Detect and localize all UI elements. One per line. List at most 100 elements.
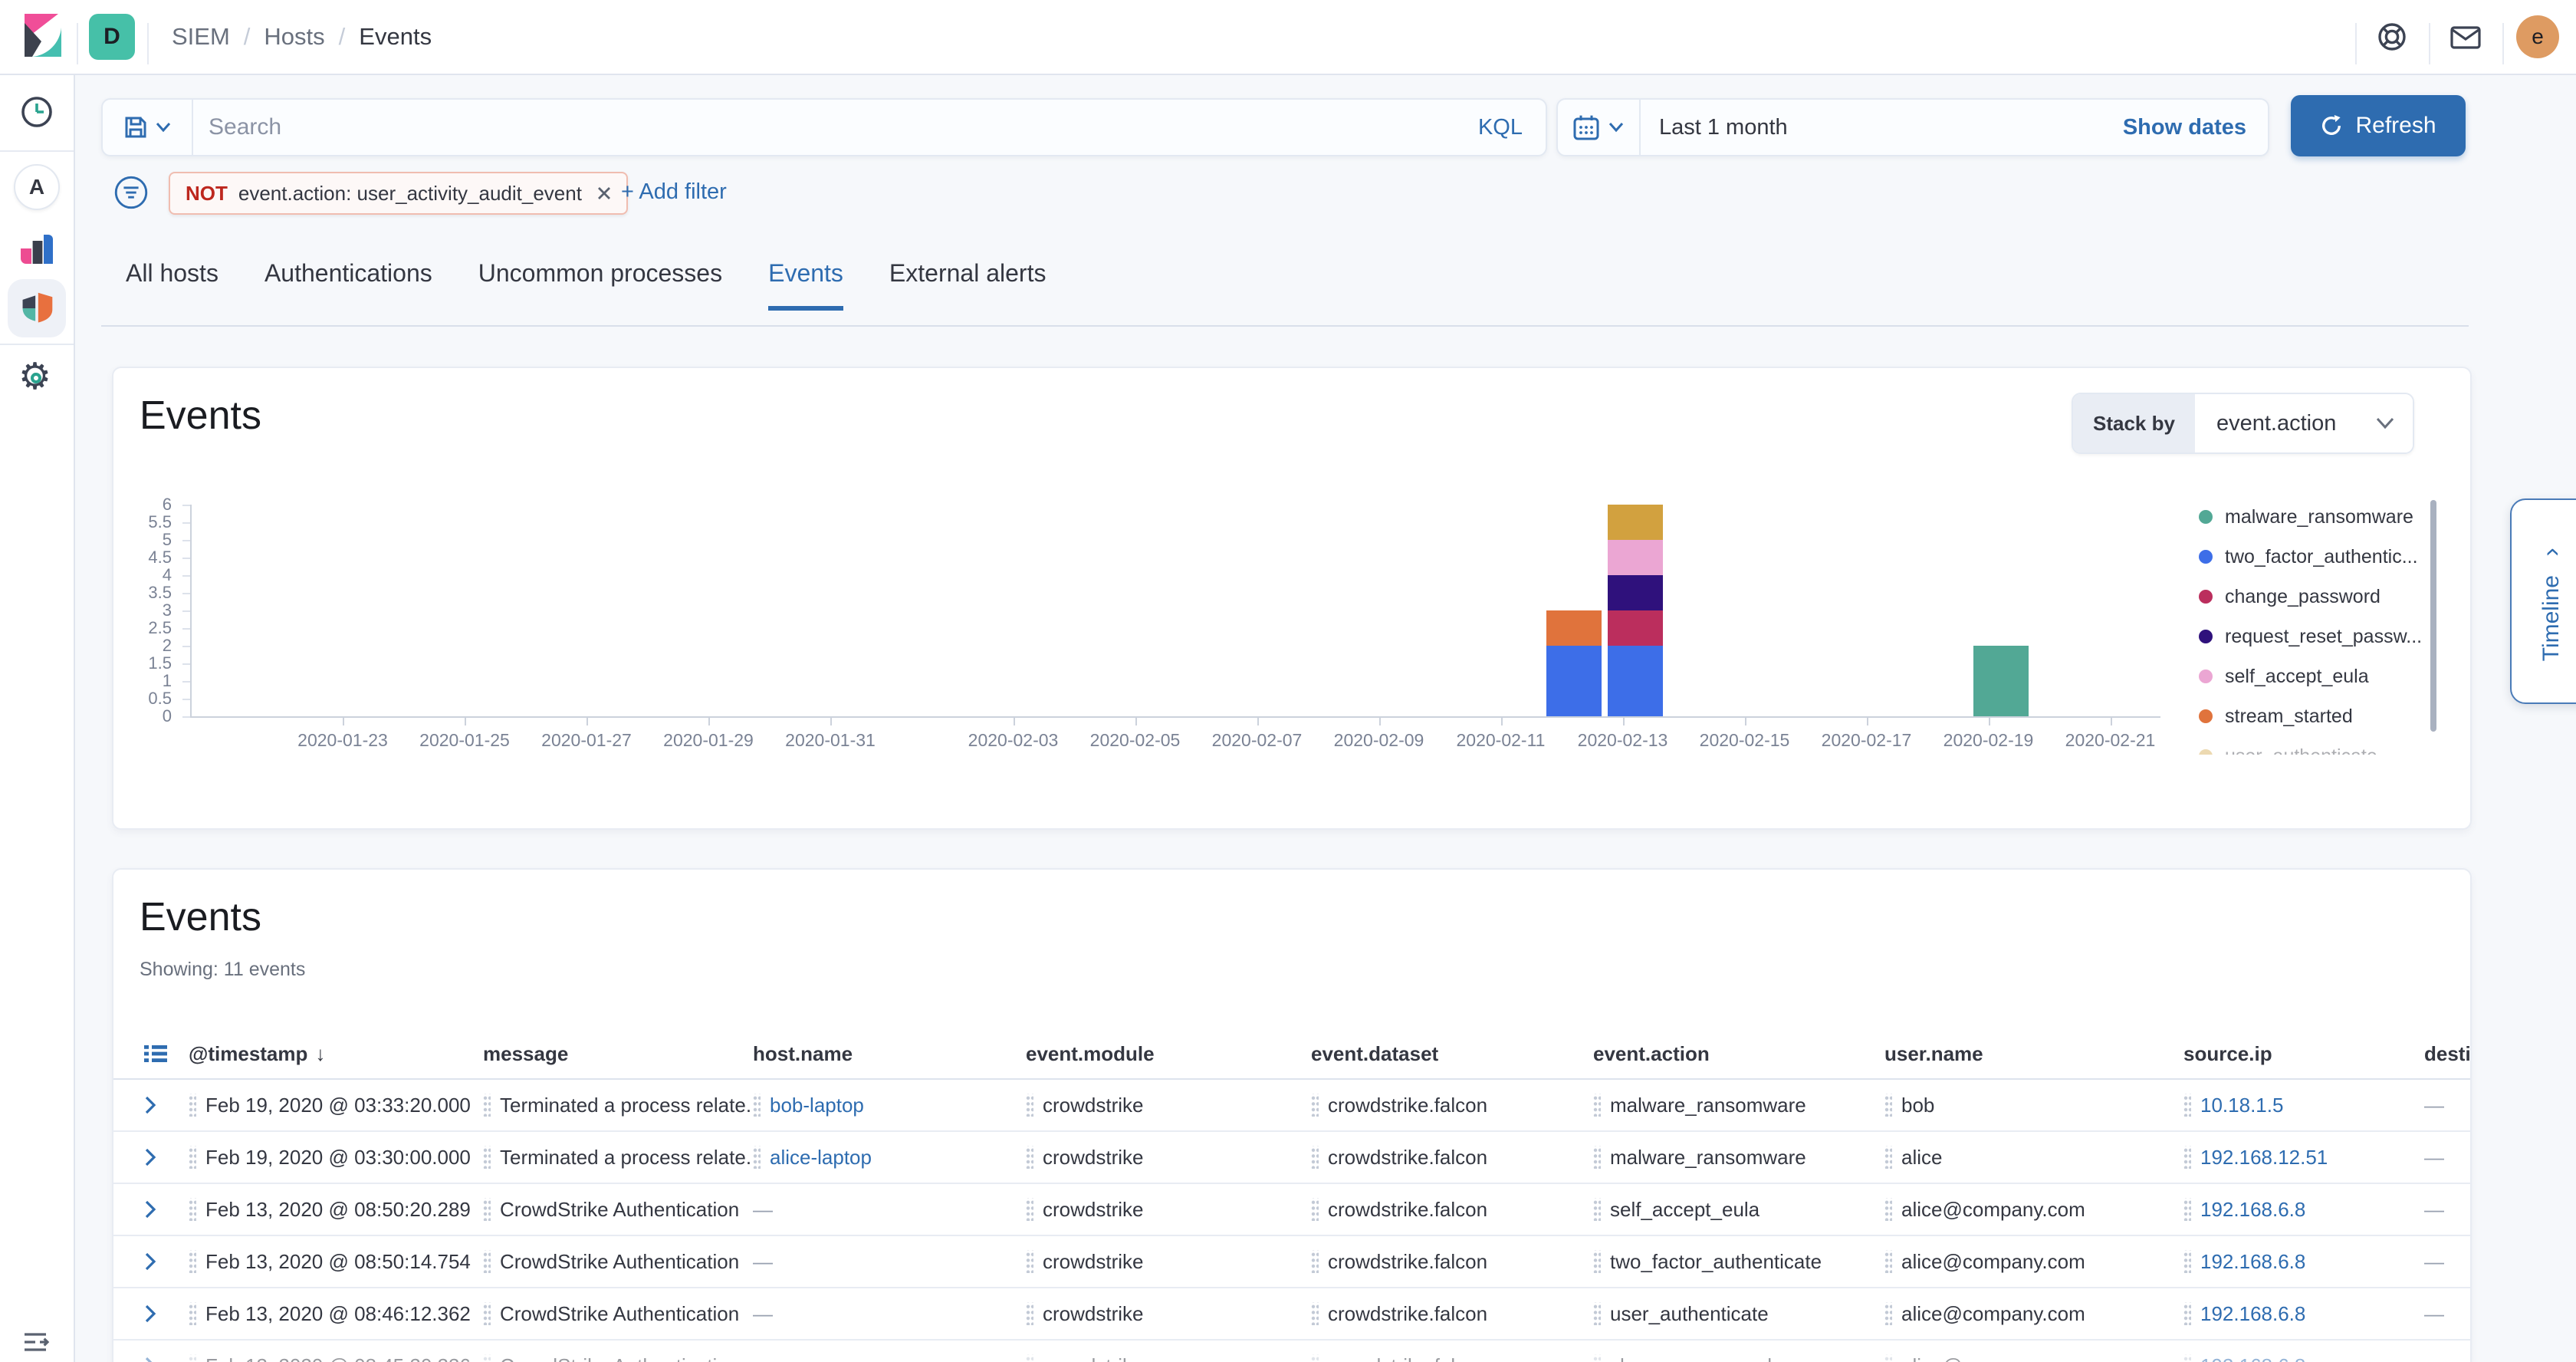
cell-timestamp[interactable]: Feb 13, 2020 @ 08:46:12.362	[189, 1302, 483, 1326]
cell-value[interactable]: Feb 19, 2020 @ 03:33:20.000	[205, 1094, 471, 1117]
search-input[interactable]: Search	[193, 114, 1478, 140]
cell-destination[interactable]: —	[2424, 1146, 2472, 1170]
refresh-button[interactable]: Refresh	[2291, 95, 2466, 156]
drag-handle[interactable]	[1026, 1094, 1033, 1117]
drag-handle[interactable]	[1026, 1354, 1033, 1362]
drag-handle[interactable]	[1884, 1198, 1892, 1221]
cell-value[interactable]: Feb 13, 2020 @ 08:46:12.362	[205, 1302, 471, 1326]
bar-segment-request-reset-password[interactable]	[1608, 575, 1663, 610]
drag-handle[interactable]	[1311, 1198, 1319, 1221]
cell-host[interactable]: —	[753, 1354, 1026, 1362]
drag-handle[interactable]	[189, 1302, 196, 1325]
cell-value[interactable]: crowdstrike.falcon	[1328, 1354, 1487, 1362]
cell-value[interactable]: Feb 13, 2020 @ 08:50:20.289	[205, 1198, 471, 1222]
filter-options-button[interactable]	[113, 175, 149, 210]
legend-item-malware-ransomware[interactable]: malware_ransomware	[2199, 503, 2413, 531]
cell-host[interactable]: —	[753, 1198, 1026, 1222]
legend-item-stream-started[interactable]: stream_started	[2199, 702, 2353, 730]
tab-events[interactable]: Events	[768, 259, 843, 311]
bar-segment-two-factor-authenticate[interactable]	[1546, 646, 1602, 716]
expand-row-icon[interactable]	[144, 1199, 189, 1219]
cell-module[interactable]: crowdstrike	[1026, 1198, 1311, 1222]
cell-module[interactable]: crowdstrike	[1026, 1094, 1311, 1117]
cell-value[interactable]: crowdstrike	[1043, 1302, 1143, 1326]
drag-handle[interactable]	[753, 1146, 761, 1169]
cell-source-ip[interactable]: 10.18.1.5	[2183, 1094, 2424, 1117]
cell-action[interactable]: two_factor_authenticate	[1593, 1250, 1884, 1274]
cell-dataset[interactable]: crowdstrike.falcon	[1311, 1354, 1593, 1362]
cell-value[interactable]: 192.168.6.8	[2200, 1354, 2305, 1362]
cell-value[interactable]: CrowdStrike Authentication	[500, 1354, 739, 1362]
sidebar-item-app-a[interactable]: A	[0, 164, 74, 210]
column-header-event-dataset[interactable]: event.dataset	[1311, 1042, 1593, 1066]
cell-value[interactable]: crowdstrike.falcon	[1328, 1250, 1487, 1274]
cell-dataset[interactable]: crowdstrike.falcon	[1311, 1146, 1593, 1170]
timeline-flyout-toggle[interactable]: › Timeline	[2510, 498, 2576, 704]
kql-search-bar[interactable]: Search KQL	[101, 98, 1547, 156]
drag-handle[interactable]	[2183, 1198, 2191, 1221]
tab-uncommon-processes[interactable]: Uncommon processes	[478, 259, 722, 311]
cell-value[interactable]: crowdstrike	[1043, 1354, 1143, 1362]
drag-handle[interactable]	[1311, 1250, 1319, 1273]
drag-handle[interactable]	[189, 1094, 196, 1117]
cell-host[interactable]: —	[753, 1302, 1026, 1326]
expand-row-icon[interactable]	[144, 1095, 189, 1115]
cell-dataset[interactable]: crowdstrike.falcon	[1311, 1250, 1593, 1274]
cell-value[interactable]: crowdstrike.falcon	[1328, 1094, 1487, 1117]
drag-handle[interactable]	[1593, 1198, 1601, 1221]
cell-value[interactable]: crowdstrike.falcon	[1328, 1146, 1487, 1170]
cell-action[interactable]: user_authenticate	[1593, 1302, 1884, 1326]
cell-value[interactable]: two_factor_authenticate	[1610, 1250, 1822, 1274]
cell-timestamp[interactable]: Feb 19, 2020 @ 03:30:00.000	[189, 1146, 483, 1170]
cell-user[interactable]: alice@company.com	[1884, 1250, 2183, 1274]
cell-message[interactable]: CrowdStrike Authentication	[483, 1302, 753, 1326]
drag-handle[interactable]	[2183, 1302, 2191, 1325]
drag-handle[interactable]	[189, 1250, 196, 1273]
cell-source-ip[interactable]: 192.168.12.51	[2183, 1146, 2424, 1170]
drag-handle[interactable]	[1026, 1302, 1033, 1325]
newsfeed-envelope-icon[interactable]	[2450, 26, 2481, 49]
cell-value[interactable]: malware_ransomware	[1610, 1094, 1806, 1117]
drag-handle[interactable]	[483, 1094, 491, 1117]
drag-handle[interactable]	[2183, 1250, 2191, 1273]
cell-value[interactable]: Terminated a process relate...	[500, 1094, 753, 1117]
expand-row-icon[interactable]	[144, 1147, 189, 1167]
stacked-bar-chart[interactable]: 00.511.522.533.544.555.562020-01-232020-…	[113, 368, 2470, 828]
cell-value[interactable]: bob	[1901, 1094, 1934, 1117]
cell-host[interactable]: —	[753, 1250, 1026, 1274]
cell-message[interactable]: Terminated a process relate...	[483, 1146, 753, 1170]
breadcrumb-hosts[interactable]: Hosts	[264, 23, 324, 51]
drag-handle[interactable]	[189, 1354, 196, 1362]
sidebar-item-siem-active[interactable]	[0, 279, 74, 337]
cell-destination[interactable]: —	[2424, 1354, 2472, 1362]
cell-value[interactable]: alice@company.com	[1901, 1302, 2085, 1326]
cell-user[interactable]: alice@company.com	[1884, 1302, 2183, 1326]
cell-message[interactable]: CrowdStrike Authentication	[483, 1198, 753, 1222]
cell-value[interactable]: 192.168.12.51	[2200, 1146, 2328, 1170]
cell-value[interactable]: 192.168.6.8	[2200, 1198, 2305, 1222]
cell-destination[interactable]: —	[2424, 1094, 2472, 1117]
sidebar-item-analytics[interactable]	[0, 229, 74, 267]
drag-handle[interactable]	[1884, 1146, 1892, 1169]
cell-value[interactable]: crowdstrike.falcon	[1328, 1198, 1487, 1222]
tab-authentications[interactable]: Authentications	[264, 259, 432, 311]
drag-handle[interactable]	[483, 1198, 491, 1221]
cell-value[interactable]: 10.18.1.5	[2200, 1094, 2283, 1117]
expand-row-icon[interactable]	[144, 1356, 189, 1362]
drag-handle[interactable]	[1593, 1302, 1601, 1325]
drag-handle[interactable]	[1026, 1146, 1033, 1169]
legend-item-self-accept-eula[interactable]: self_accept_eula	[2199, 663, 2369, 690]
cell-module[interactable]: crowdstrike	[1026, 1250, 1311, 1274]
cell-value[interactable]: CrowdStrike Authentication	[500, 1250, 739, 1274]
drag-handle[interactable]	[1593, 1250, 1601, 1273]
cell-action[interactable]: malware_ransomware	[1593, 1146, 1884, 1170]
cell-message[interactable]: CrowdStrike Authentication	[483, 1354, 753, 1362]
query-language-button[interactable]: KQL	[1478, 115, 1546, 140]
drag-handle[interactable]	[189, 1146, 196, 1169]
cell-timestamp[interactable]: Feb 19, 2020 @ 03:33:20.000	[189, 1094, 483, 1117]
column-header-event-action[interactable]: event.action	[1593, 1042, 1884, 1066]
cell-module[interactable]: crowdstrike	[1026, 1354, 1311, 1362]
sidebar-item-management[interactable]: ⚙	[0, 359, 74, 396]
cell-value[interactable]: alice@company.com	[1901, 1198, 2085, 1222]
cell-value[interactable]: 192.168.6.8	[2200, 1302, 2305, 1326]
